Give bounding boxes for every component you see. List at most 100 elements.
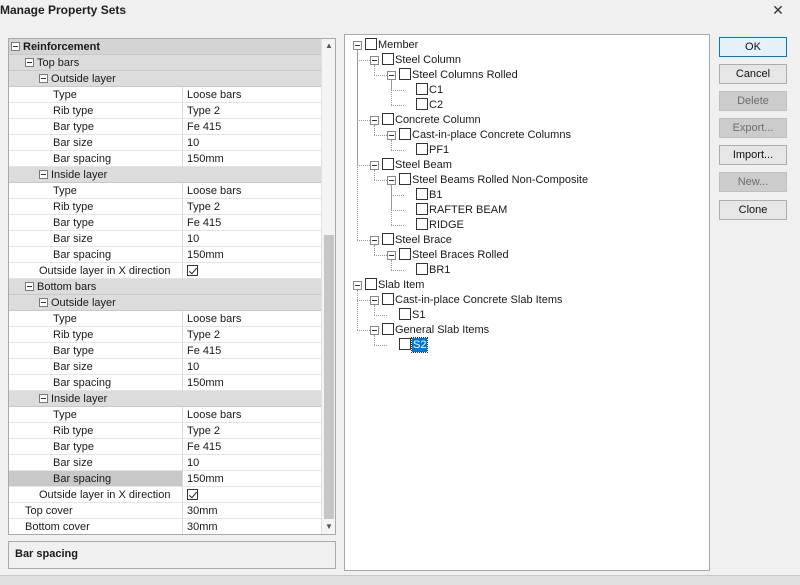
tree-node-label[interactable]: PF1 bbox=[429, 143, 449, 157]
scrollbar-thumb[interactable] bbox=[324, 235, 334, 519]
tree-checkbox[interactable] bbox=[399, 308, 411, 321]
grid-property-row[interactable]: Bar spacing 150mm bbox=[9, 375, 321, 391]
grid-property-row[interactable]: Rib type Type 2 bbox=[9, 199, 321, 215]
grid-category[interactable]: Outside layer bbox=[9, 295, 321, 311]
grid-property-row[interactable]: Bottom cover 30mm bbox=[9, 519, 321, 534]
tree-checkbox[interactable] bbox=[382, 323, 394, 336]
tree-checkbox[interactable] bbox=[382, 293, 394, 306]
tree-node-label[interactable]: Concrete Column bbox=[395, 113, 481, 127]
property-set-tree[interactable]: Member Steel Column Steel Columns Rolled C1… bbox=[344, 34, 710, 571]
grid-row-value[interactable]: 10 bbox=[182, 359, 321, 375]
tree-node[interactable]: Steel Brace bbox=[382, 233, 452, 247]
grid-row-value[interactable]: Fe 415 bbox=[182, 215, 321, 231]
tree-collapse-icon[interactable] bbox=[353, 281, 362, 290]
tree-collapse-icon[interactable] bbox=[370, 116, 379, 125]
grid-row-checkbox-cell[interactable] bbox=[182, 487, 321, 503]
grid-category[interactable]: Outside layer bbox=[9, 71, 321, 87]
tree-node-label[interactable]: S1 bbox=[412, 308, 425, 322]
collapse-icon[interactable] bbox=[39, 169, 48, 179]
tree-checkbox[interactable] bbox=[382, 233, 394, 246]
checkbox[interactable] bbox=[187, 488, 198, 500]
tree-checkbox[interactable] bbox=[416, 263, 428, 276]
grid-property-row[interactable]: Type Loose bars bbox=[9, 87, 321, 103]
grid-property-row[interactable]: Rib type Type 2 bbox=[9, 103, 321, 119]
tree-checkbox[interactable] bbox=[416, 203, 428, 216]
tree-collapse-icon[interactable] bbox=[370, 326, 379, 335]
collapse-icon[interactable] bbox=[39, 73, 48, 83]
tree-checkbox[interactable] bbox=[416, 188, 428, 201]
tree-node-label[interactable]: Steel Column bbox=[395, 53, 461, 67]
tree-checkbox[interactable] bbox=[382, 113, 394, 126]
grid-row-value[interactable]: 150mm bbox=[182, 151, 321, 167]
tree-node[interactable]: C1 bbox=[416, 83, 443, 97]
grid-category[interactable]: Reinforcement bbox=[9, 39, 321, 55]
grid-row-value[interactable]: 10 bbox=[182, 135, 321, 151]
grid-row-value[interactable]: Fe 415 bbox=[182, 119, 321, 135]
tree-node-label[interactable]: B1 bbox=[429, 188, 442, 202]
grid-row-value[interactable]: Fe 415 bbox=[182, 439, 321, 455]
tree-node[interactable]: PF1 bbox=[416, 143, 449, 157]
property-grid-scrollbar[interactable]: ▲ ▼ bbox=[321, 39, 335, 534]
tree-node-label[interactable]: Steel Columns Rolled bbox=[412, 68, 518, 82]
scroll-down-icon[interactable]: ▼ bbox=[322, 520, 335, 534]
import-button[interactable]: Import... bbox=[719, 145, 787, 165]
tree-node-label[interactable]: Steel Beam bbox=[395, 158, 452, 172]
grid-row-value[interactable]: Fe 415 bbox=[182, 343, 321, 359]
tree-node[interactable]: Steel Column bbox=[382, 53, 461, 67]
tree-node[interactable]: S1 bbox=[399, 308, 425, 322]
tree-node-label[interactable]: BR1 bbox=[429, 263, 450, 277]
tree-node[interactable]: Steel Beams Rolled Non-Composite bbox=[399, 173, 588, 187]
tree-node[interactable]: Slab Item bbox=[365, 278, 424, 292]
grid-row-value[interactable]: 10 bbox=[182, 455, 321, 471]
grid-property-row[interactable]: Bar size 10 bbox=[9, 135, 321, 151]
grid-row-value[interactable]: 10 bbox=[182, 231, 321, 247]
tree-collapse-icon[interactable] bbox=[387, 176, 396, 185]
grid-property-row[interactable]: Outside layer in X direction bbox=[9, 487, 321, 503]
grid-property-row[interactable]: Rib type Type 2 bbox=[9, 423, 321, 439]
collapse-icon[interactable] bbox=[39, 297, 48, 307]
tree-collapse-icon[interactable] bbox=[387, 131, 396, 140]
tree-node[interactable]: B1 bbox=[416, 188, 442, 202]
tree-node-label[interactable]: Cast-in-place Concrete Columns bbox=[412, 128, 571, 142]
grid-property-row[interactable]: Bar type Fe 415 bbox=[9, 439, 321, 455]
grid-property-row[interactable]: Bar size 10 bbox=[9, 359, 321, 375]
grid-property-row[interactable]: Type Loose bars bbox=[9, 407, 321, 423]
grid-row-value[interactable]: Loose bars bbox=[182, 87, 321, 103]
grid-row-value[interactable]: 150mm bbox=[182, 471, 321, 487]
collapse-icon[interactable] bbox=[25, 57, 34, 67]
tree-node[interactable]: BR1 bbox=[416, 263, 450, 277]
tree-node[interactable]: S2 bbox=[399, 337, 429, 353]
tree-checkbox[interactable] bbox=[365, 38, 377, 51]
grid-row-value[interactable]: Type 2 bbox=[182, 423, 321, 439]
ok-button[interactable]: OK bbox=[719, 37, 787, 57]
tree-node-label[interactable]: Cast-in-place Concrete Slab Items bbox=[395, 293, 563, 307]
tree-checkbox[interactable] bbox=[416, 98, 428, 111]
checkbox[interactable] bbox=[187, 264, 198, 276]
tree-collapse-icon[interactable] bbox=[353, 41, 362, 50]
tree-node[interactable]: RAFTER BEAM bbox=[416, 203, 507, 217]
grid-row-checkbox-cell[interactable] bbox=[182, 263, 321, 279]
collapse-icon[interactable] bbox=[39, 393, 48, 403]
grid-row-value[interactable]: 30mm bbox=[182, 503, 321, 519]
tree-checkbox[interactable] bbox=[382, 53, 394, 66]
grid-row-value[interactable]: Loose bars bbox=[182, 311, 321, 327]
tree-checkbox[interactable] bbox=[416, 143, 428, 156]
clone-button[interactable]: Clone bbox=[719, 200, 787, 220]
scroll-up-icon[interactable]: ▲ bbox=[322, 39, 335, 53]
close-icon[interactable]: ✕ bbox=[770, 2, 786, 18]
grid-property-row[interactable]: Rib type Type 2 bbox=[9, 327, 321, 343]
tree-node[interactable]: Steel Columns Rolled bbox=[399, 68, 518, 82]
tree-checkbox[interactable] bbox=[365, 278, 377, 291]
collapse-icon[interactable] bbox=[11, 41, 20, 51]
grid-property-row[interactable]: Outside layer in X direction bbox=[9, 263, 321, 279]
tree-collapse-icon[interactable] bbox=[370, 236, 379, 245]
grid-category[interactable]: Bottom bars bbox=[9, 279, 321, 295]
collapse-icon[interactable] bbox=[25, 281, 34, 291]
grid-property-row[interactable]: Type Loose bars bbox=[9, 183, 321, 199]
tree-node-label[interactable]: C2 bbox=[429, 98, 443, 112]
tree-node-label[interactable]: Slab Item bbox=[378, 278, 424, 292]
tree-checkbox[interactable] bbox=[399, 248, 411, 261]
cancel-button[interactable]: Cancel bbox=[719, 64, 787, 84]
tree-checkbox[interactable] bbox=[416, 83, 428, 96]
tree-collapse-icon[interactable] bbox=[387, 251, 396, 260]
